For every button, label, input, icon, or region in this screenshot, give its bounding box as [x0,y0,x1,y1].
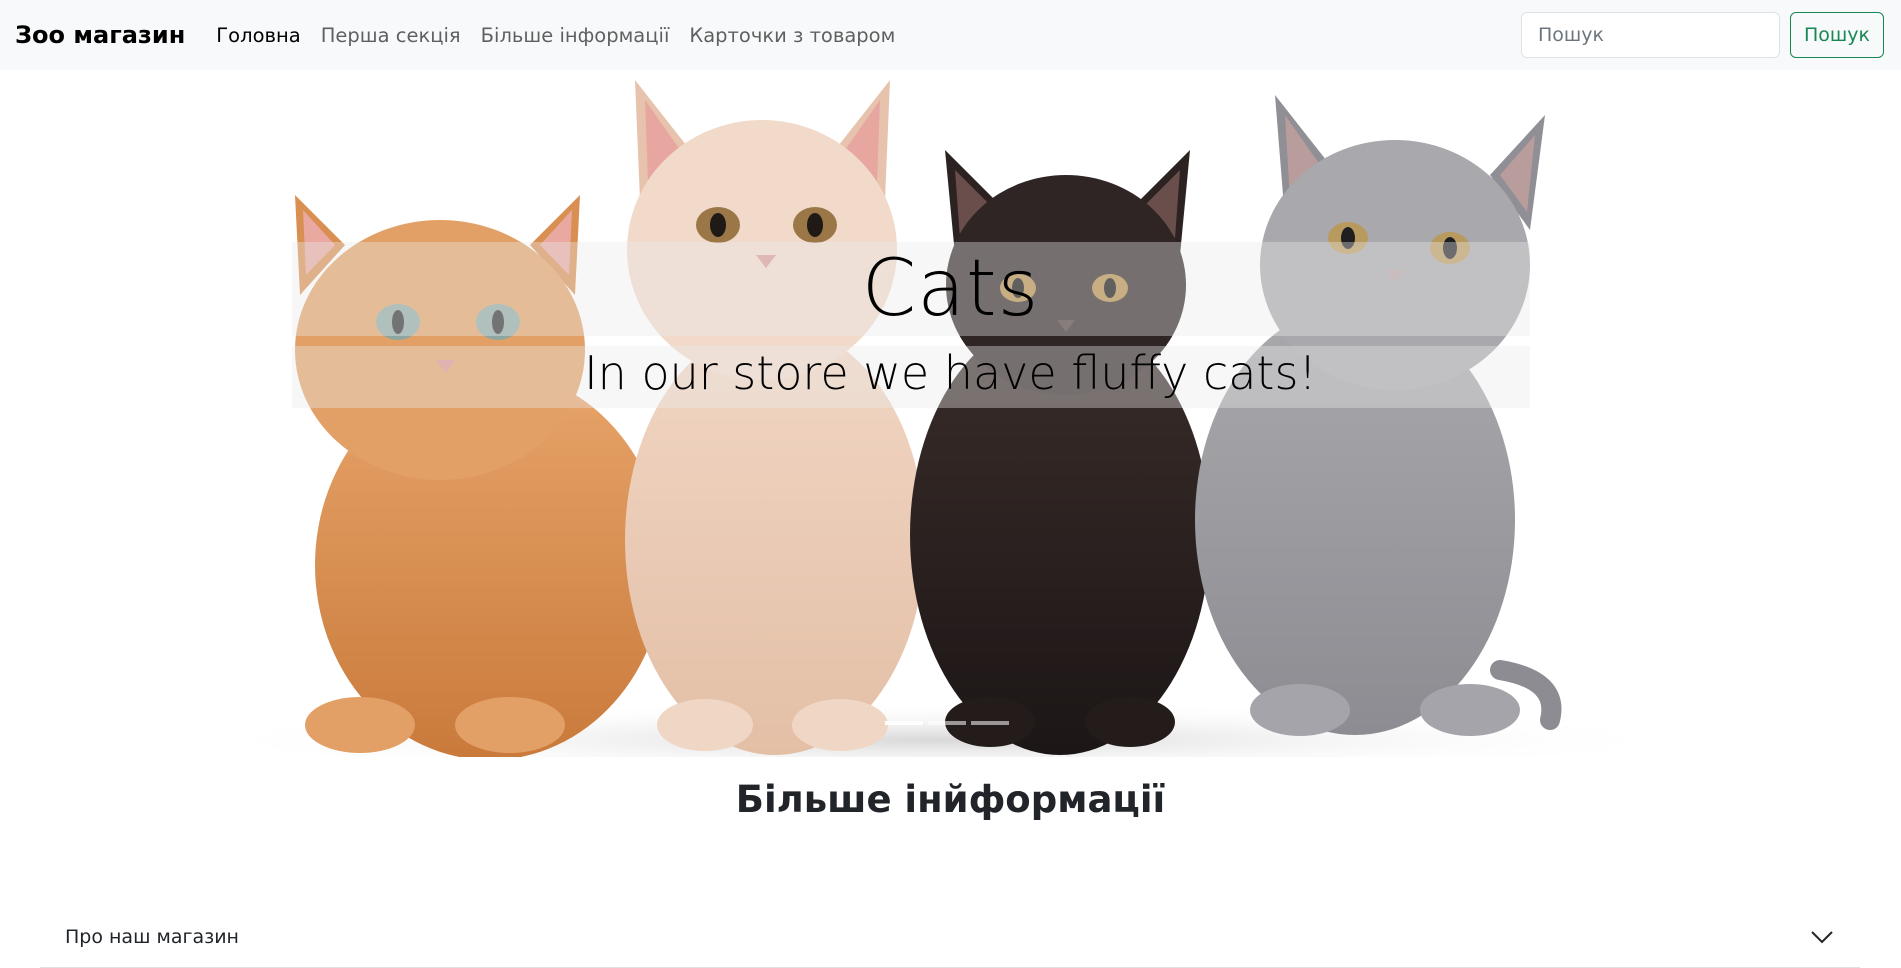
nav-links: Головна Перша секція Більше інформації К… [216,24,915,47]
nav-link-home[interactable]: Головна [216,24,300,47]
chevron-down-icon [1811,931,1833,944]
nav-link-first-section[interactable]: Перша секція [321,24,461,47]
nav-link-product-cards[interactable]: Карточки з товаром [689,24,895,47]
cats-photo [0,70,1901,757]
search-form: Пошук [1521,12,1884,58]
nav-link-more-info[interactable]: Більше інформації [481,24,670,47]
accordion-item-about[interactable]: Про наш магазин [40,907,1860,968]
brand-logo[interactable]: Зоо магазин [15,21,185,49]
section-title: Більше інйформації [735,778,1166,821]
carousel-caption-subtitle: In our store we have fluffy cats! [584,346,1317,400]
search-input[interactable] [1521,12,1780,58]
black-kitten [910,150,1210,755]
carousel-indicator-3[interactable] [971,721,1009,725]
carousel: Cats In our store we have fluffy cats! [0,70,1901,757]
carousel-caption-title: Cats [861,244,1040,334]
carousel-indicators [885,721,1014,725]
accordion-label: Про наш магазин [65,926,239,948]
cream-kitten [625,80,925,755]
carousel-indicator-2[interactable] [928,721,966,725]
navbar: Зоо магазин Головна Перша секція Більше … [0,0,1901,70]
carousel-indicator-1[interactable] [885,721,923,725]
search-button[interactable]: Пошук [1790,12,1884,58]
